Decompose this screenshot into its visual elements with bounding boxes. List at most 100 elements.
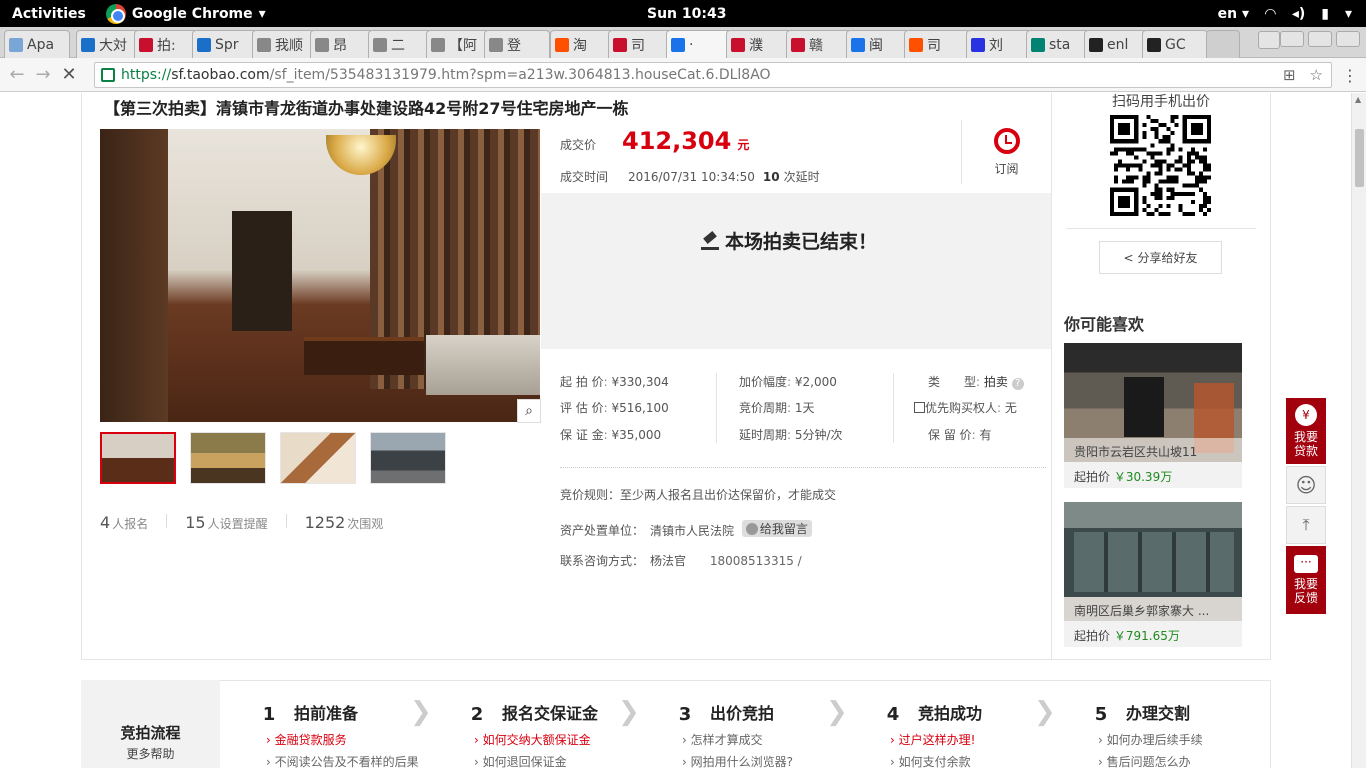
volume-icon[interactable]: ◂) bbox=[1292, 6, 1305, 22]
browser-tab[interactable]: 二 bbox=[368, 30, 434, 58]
priority-icon bbox=[914, 402, 925, 413]
system-menu-icon[interactable]: ▾ bbox=[1345, 6, 1352, 22]
lock-icon[interactable] bbox=[101, 68, 115, 82]
scroll-up-icon[interactable]: ▲ bbox=[1355, 95, 1361, 104]
browser-tab[interactable]: 拍: bbox=[134, 30, 200, 58]
deal-time: 2016/07/31 10:34:50 bbox=[628, 170, 755, 184]
recommend-title: 你可能喜欢 bbox=[1064, 315, 1145, 334]
step-link[interactable]: › 不阅读公告及不看样的后果 bbox=[266, 753, 419, 768]
step-link[interactable]: › 如何交纳大额保证金 bbox=[474, 731, 591, 748]
tab-favicon-icon bbox=[1031, 37, 1045, 52]
close-button[interactable] bbox=[1336, 31, 1360, 47]
step-link[interactable]: › 过户这样办理! bbox=[890, 731, 975, 748]
tab-favicon-icon bbox=[851, 37, 865, 52]
tab-favicon-icon bbox=[1089, 37, 1103, 52]
profile-icon[interactable] bbox=[1258, 31, 1280, 49]
share-button[interactable]: < 分享给好友 bbox=[1099, 241, 1222, 274]
delay-suffix: 次延时 bbox=[783, 170, 820, 184]
browser-tab[interactable]: GC bbox=[1142, 30, 1208, 58]
browser-tab[interactable]: 大対 bbox=[76, 30, 142, 58]
appraisal-price: 评 估 价: ¥516,100 bbox=[560, 401, 669, 415]
window-controls bbox=[1280, 31, 1360, 47]
more-help-link[interactable]: 更多帮助 bbox=[81, 745, 220, 762]
browser-tab[interactable]: 我顺 bbox=[252, 30, 318, 58]
browser-tab[interactable]: 刘 bbox=[966, 30, 1032, 58]
battery-icon[interactable]: ▮ bbox=[1321, 6, 1329, 22]
step-link[interactable]: › 售后问题怎么办 bbox=[1098, 753, 1191, 768]
browser-tab[interactable]: Apa bbox=[4, 30, 70, 58]
tab-label: sta bbox=[1049, 36, 1071, 53]
clock[interactable]: Sun 10:43 bbox=[647, 6, 726, 22]
scrollbar-thumb[interactable] bbox=[1355, 129, 1364, 187]
browser-tab[interactable]: 闽 bbox=[846, 30, 912, 58]
activities-button[interactable]: Activities bbox=[12, 6, 86, 22]
tab-label: 赣 bbox=[809, 37, 823, 54]
browser-tab[interactable]: Spr bbox=[192, 30, 258, 58]
loan-button[interactable]: ¥ 我要 贷款 bbox=[1286, 398, 1326, 464]
browser-tab[interactable]: 登 bbox=[484, 30, 550, 58]
customer-service-button[interactable]: ☺ bbox=[1286, 466, 1326, 504]
new-tab-button[interactable] bbox=[1206, 30, 1240, 58]
language-indicator[interactable]: en ▾ bbox=[1218, 6, 1249, 22]
tab-favicon-icon bbox=[139, 37, 153, 52]
step-link[interactable]: › 怎样才算成交 bbox=[682, 731, 763, 748]
browser-tab[interactable]: 濮 bbox=[726, 30, 792, 58]
start-price: 起 拍 价: ¥330,304 bbox=[560, 375, 669, 389]
tab-label: 【阿 bbox=[449, 37, 477, 54]
browser-tab[interactable]: · bbox=[666, 30, 732, 58]
browser-tab[interactable]: 赣 bbox=[786, 30, 852, 58]
browser-tab[interactable]: enl bbox=[1084, 30, 1150, 58]
help-icon[interactable]: ? bbox=[1011, 378, 1024, 390]
address-bar[interactable]: https:// sf.taobao.com /sf_item/53548313… bbox=[94, 62, 1332, 88]
subscribe-button[interactable]: 订阅 bbox=[961, 120, 1051, 184]
step-link[interactable]: › 金融贷款服务 bbox=[266, 731, 347, 748]
url-host: sf.taobao.com bbox=[171, 67, 270, 83]
tab-favicon-icon bbox=[81, 37, 95, 52]
thumbnail-2[interactable] bbox=[190, 432, 266, 484]
maximize-button[interactable] bbox=[1308, 31, 1332, 47]
browser-toolbar: ← → ✕ https:// sf.taobao.com /sf_item/53… bbox=[0, 58, 1366, 92]
chrome-menu-icon[interactable]: ⋮ bbox=[1342, 66, 1358, 85]
contact-phone: 18008513315 / bbox=[709, 554, 802, 568]
browser-tab[interactable]: 【阿 bbox=[426, 30, 492, 58]
url-scheme: https:// bbox=[121, 67, 172, 83]
thumbnail-1[interactable] bbox=[100, 432, 176, 484]
tab-label: 登 bbox=[507, 37, 521, 54]
auction-type: 类 型: 拍卖 ? bbox=[928, 373, 1024, 390]
browser-tab[interactable]: 司 bbox=[608, 30, 674, 58]
forward-icon[interactable]: → bbox=[30, 64, 56, 85]
step-link[interactable]: › 如何退回保证金 bbox=[474, 753, 567, 768]
contact-name: 杨法官 bbox=[650, 554, 687, 568]
bid-increment: 加价幅度: ¥2,000 bbox=[739, 375, 837, 389]
browser-tab[interactable]: 昂 bbox=[310, 30, 376, 58]
tab-label: 司 bbox=[631, 37, 645, 54]
app-menu[interactable]: Google Chrome ▾ bbox=[105, 3, 266, 24]
browser-tab[interactable]: 淘 bbox=[550, 30, 616, 58]
recommend-card[interactable]: 贵阳市云岩区共山坡11 起拍价 ￥30.39万 bbox=[1064, 343, 1242, 488]
tab-label: 昂 bbox=[333, 37, 347, 54]
feedback-button[interactable]: ··· 我要 反馈 bbox=[1286, 546, 1326, 614]
zoom-icon[interactable]: ⌕ bbox=[517, 399, 541, 423]
thumbnail-3[interactable] bbox=[280, 432, 356, 484]
back-to-top-button[interactable]: ⤒ bbox=[1286, 506, 1326, 544]
wifi-icon[interactable]: ◠ bbox=[1265, 6, 1276, 22]
property-photo[interactable] bbox=[100, 129, 540, 422]
recommend-price: 起拍价 ￥791.65万 bbox=[1064, 621, 1242, 647]
stop-icon[interactable]: ✕ bbox=[56, 64, 82, 85]
thumbnail-4[interactable] bbox=[370, 432, 446, 484]
bookmark-star-icon[interactable]: ☆ bbox=[1310, 66, 1323, 84]
tab-label: 大対 bbox=[99, 37, 127, 54]
recommend-card[interactable]: 南明区后巢乡郭家寨大 ... 起拍价 ￥791.65万 bbox=[1064, 502, 1242, 647]
minimize-button[interactable] bbox=[1280, 31, 1304, 47]
step-link[interactable]: › 网拍用什么浏览器? bbox=[682, 753, 793, 768]
step-link[interactable]: › 如何办理后续手续 bbox=[1098, 731, 1203, 748]
translate-icon[interactable]: ⊞ bbox=[1283, 66, 1296, 84]
back-icon[interactable]: ← bbox=[4, 64, 30, 85]
tab-favicon-icon bbox=[731, 37, 745, 52]
page-scrollbar[interactable]: ▲ bbox=[1351, 93, 1366, 768]
browser-tab[interactable]: sta bbox=[1026, 30, 1092, 58]
leave-message-button[interactable]: 给我留言 bbox=[741, 520, 812, 537]
browser-tab[interactable]: 司 bbox=[904, 30, 970, 58]
currency-label: 元 bbox=[737, 138, 750, 152]
step-link[interactable]: › 如何支付余款 bbox=[890, 753, 971, 768]
